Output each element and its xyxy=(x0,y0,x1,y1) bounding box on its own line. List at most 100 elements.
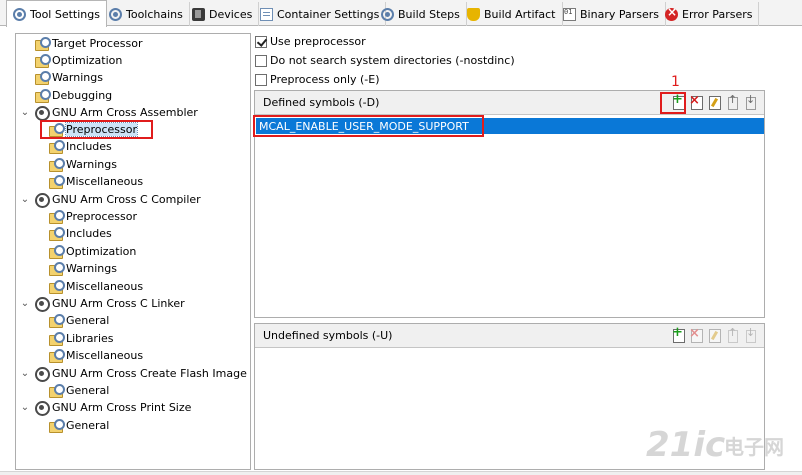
tree-item-c-linker[interactable]: ⌄ GNU Arm Cross C Linker xyxy=(19,295,185,312)
option-category-icon xyxy=(48,280,65,294)
gear-icon xyxy=(109,7,122,21)
tree-item-print-general[interactable]: General xyxy=(48,417,109,434)
tool-icon xyxy=(34,192,50,208)
symbol-highlight xyxy=(253,115,484,137)
tree-item-c-compiler[interactable]: ⌄ GNU Arm Cross C Compiler xyxy=(19,191,201,208)
tree-item-label: Warnings xyxy=(52,71,103,84)
preprocess-only-checkbox[interactable] xyxy=(255,73,267,86)
tree-item-compiler-misc[interactable]: Miscellaneous xyxy=(48,278,143,295)
move-up-icon[interactable] xyxy=(725,93,740,110)
nostdinc-checkbox[interactable] xyxy=(255,54,267,67)
tab-binary-parsers[interactable]: Binary Parsers xyxy=(557,2,666,26)
move-down-icon[interactable] xyxy=(743,93,758,110)
delete-symbol-icon[interactable] xyxy=(689,326,704,343)
defined-symbols-header: Defined symbols (-D) xyxy=(255,91,764,115)
use-preprocessor-option[interactable]: Use preprocessor xyxy=(255,33,366,50)
tree-item-label: Preprocessor xyxy=(66,210,138,223)
tree-item-assembler-includes[interactable]: Includes xyxy=(48,138,112,155)
checkbox-label: Preprocess only (-E) xyxy=(270,73,380,86)
option-category-icon xyxy=(48,314,65,328)
tree-item-debugging[interactable]: Debugging xyxy=(34,87,112,104)
tree-item-label: Miscellaneous xyxy=(66,175,144,188)
tree-item-compiler-warnings[interactable]: Warnings xyxy=(48,260,117,277)
tree-item-label: General xyxy=(66,419,110,432)
tree-item-assembler-misc[interactable]: Miscellaneous xyxy=(48,173,143,190)
chevron-down-icon[interactable]: ⌄ xyxy=(19,402,31,413)
tree-item-optimization[interactable]: Optimization xyxy=(34,52,122,69)
tree-item-warnings[interactable]: Warnings xyxy=(34,69,103,86)
bottom-border xyxy=(0,471,802,475)
tab-error-parsers[interactable]: Error Parsers xyxy=(659,2,760,26)
tree-item-compiler-preprocessor[interactable]: Preprocessor xyxy=(48,208,137,225)
edit-symbol-icon[interactable] xyxy=(707,95,722,110)
tree-item-compiler-includes[interactable]: Includes xyxy=(48,225,112,242)
tab-build-steps[interactable]: Build Steps xyxy=(375,2,467,26)
option-category-icon xyxy=(48,419,65,433)
tree-item-compiler-optimization[interactable]: Optimization xyxy=(48,243,136,260)
tree-item-label: Warnings xyxy=(66,158,117,171)
tree-item-print-size[interactable]: ⌄ GNU Arm Cross Print Size xyxy=(19,399,191,416)
site-watermark: 21ic 电子网 xyxy=(640,423,800,473)
tree-item-label: Libraries xyxy=(66,332,114,345)
use-preprocessor-checkbox[interactable] xyxy=(255,35,267,48)
tree-item-flash-general[interactable]: General xyxy=(48,382,109,399)
delete-symbol-icon[interactable] xyxy=(689,93,704,110)
tree-item-assembler-warnings[interactable]: Warnings xyxy=(48,156,117,173)
checkbox-label: Use preprocessor xyxy=(270,35,366,48)
chevron-down-icon[interactable]: ⌄ xyxy=(19,107,31,118)
gear-icon xyxy=(13,7,26,21)
tab-toolchains[interactable]: Toolchains xyxy=(103,2,190,26)
tree-item-label: Miscellaneous xyxy=(66,349,144,362)
annotation-number: 1 xyxy=(671,74,680,90)
tree-item-label: Optimization xyxy=(66,245,137,258)
tree-item-linker-misc[interactable]: Miscellaneous xyxy=(48,347,143,364)
tool-icon xyxy=(34,105,50,121)
checkbox-label: Do not search system directories (-nostd… xyxy=(270,54,515,67)
tab-label: Container Settings xyxy=(277,7,380,21)
tab-label: Build Steps xyxy=(398,7,460,21)
tab-label: Tool Settings xyxy=(30,7,100,21)
tree-item-flash-image[interactable]: ⌄ GNU Arm Cross Create Flash Image xyxy=(19,365,247,382)
tree-item-label: Debugging xyxy=(52,89,113,102)
move-up-icon[interactable] xyxy=(725,326,740,343)
add-symbol-icon[interactable] xyxy=(671,325,686,343)
tree-item-linker-general[interactable]: General xyxy=(48,312,109,329)
move-down-icon[interactable] xyxy=(743,326,758,343)
tab-devices[interactable]: Devices xyxy=(186,2,260,26)
tree-item-target-processor[interactable]: Target Processor xyxy=(34,35,143,52)
preprocess-only-option[interactable]: Preprocess only (-E) xyxy=(255,71,380,88)
chevron-down-icon[interactable]: ⌄ xyxy=(19,368,31,379)
binary-icon xyxy=(563,7,576,21)
option-category-icon xyxy=(34,89,51,103)
tree-item-linker-libraries[interactable]: Libraries xyxy=(48,330,114,347)
tree-item-assembler[interactable]: ⌄ GNU Arm Cross Assembler xyxy=(19,104,198,121)
tree-item-label: General xyxy=(66,384,110,397)
undefined-symbols-header: Undefined symbols (-U) xyxy=(255,324,764,348)
tree-item-label: Warnings xyxy=(66,262,117,275)
nostdinc-option[interactable]: Do not search system directories (-nostd… xyxy=(255,52,515,69)
tool-settings-tree[interactable]: Target Processor Optimization Warnings D… xyxy=(15,33,251,470)
option-category-icon xyxy=(48,332,65,346)
tab-build-artifact[interactable]: Build Artifact xyxy=(461,2,563,26)
chevron-down-icon[interactable]: ⌄ xyxy=(19,194,31,205)
tab-label: Toolchains xyxy=(126,7,183,21)
option-category-icon xyxy=(48,227,65,241)
trophy-icon xyxy=(467,7,480,21)
defined-symbols-title: Defined symbols (-D) xyxy=(263,96,380,109)
option-category-icon xyxy=(48,210,65,224)
tab-tool-settings[interactable]: Tool Settings xyxy=(6,0,107,27)
tool-icon xyxy=(34,400,50,416)
option-category-icon xyxy=(48,140,65,154)
tab-container-settings[interactable]: Container Settings xyxy=(254,2,387,26)
tab-label: Devices xyxy=(209,7,253,21)
tab-label: Binary Parsers xyxy=(580,7,659,21)
option-category-icon xyxy=(48,262,65,276)
edit-symbol-icon[interactable] xyxy=(707,328,722,343)
tree-item-label: Target Processor xyxy=(52,37,143,50)
tool-icon xyxy=(34,366,50,382)
watermark-text-a: 21ic xyxy=(646,425,726,465)
chevron-down-icon[interactable]: ⌄ xyxy=(19,298,31,309)
option-category-icon xyxy=(34,54,51,68)
device-icon xyxy=(192,7,205,21)
watermark-text-b: 电子网 xyxy=(724,435,784,459)
